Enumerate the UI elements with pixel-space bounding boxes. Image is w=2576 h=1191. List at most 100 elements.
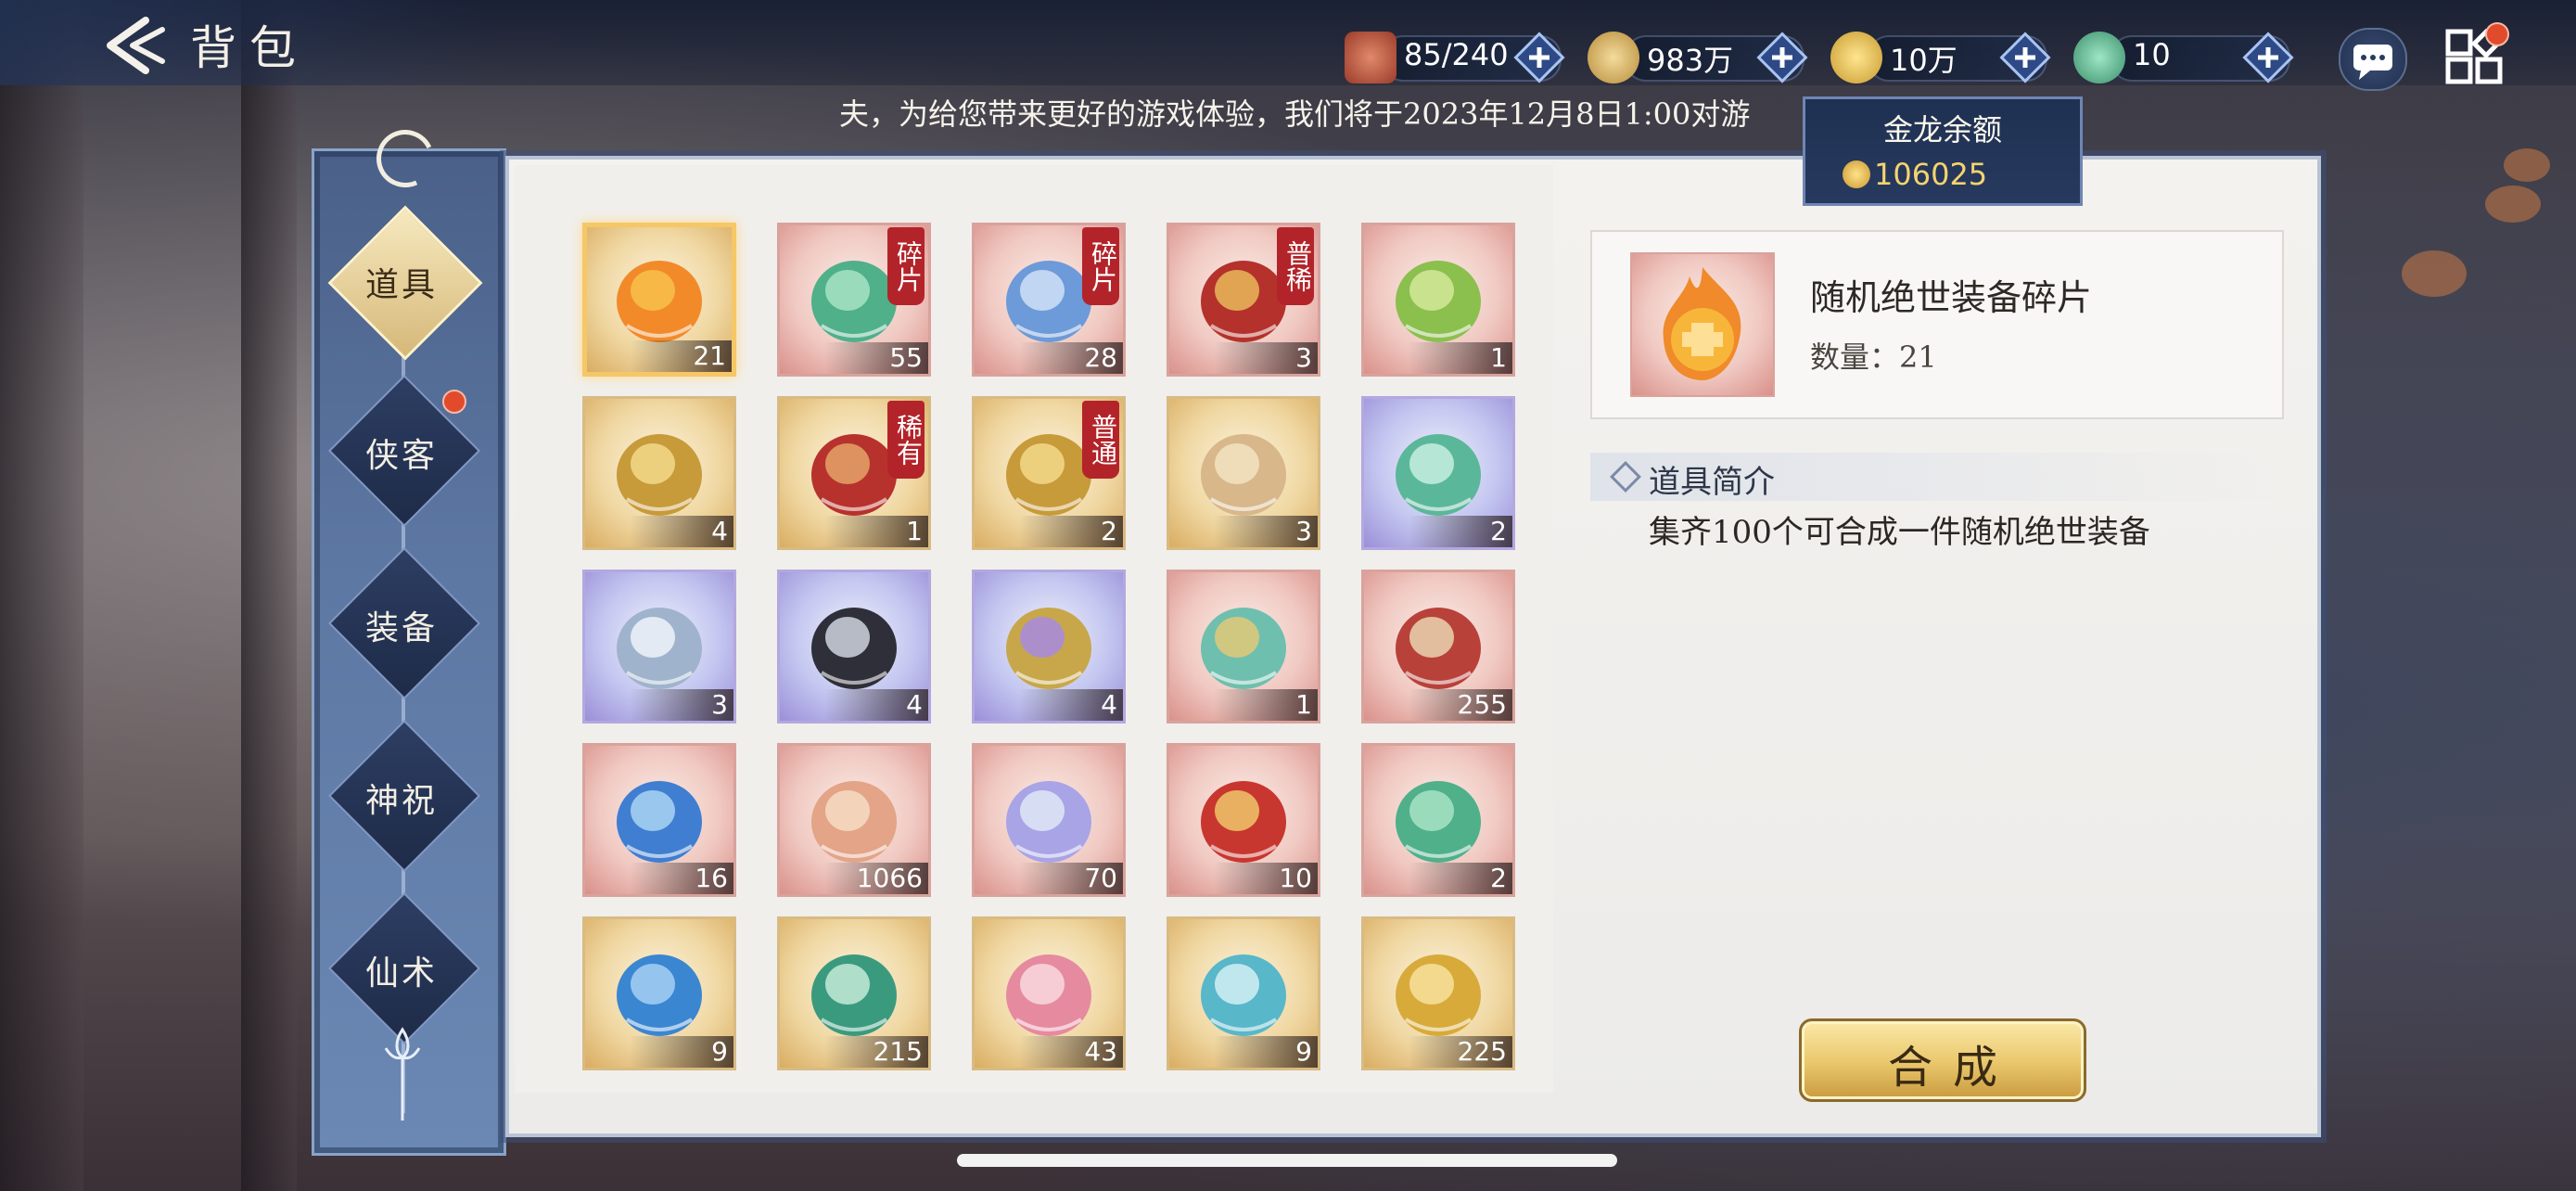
inventory-slot[interactable]: 21 (582, 223, 736, 377)
chat-icon (2353, 45, 2392, 80)
blossom-decoration (2504, 148, 2550, 182)
menu-button[interactable] (2444, 22, 2509, 85)
notification-dot (2485, 22, 2509, 46)
synthesize-label: 合成 (1887, 1042, 2018, 1094)
inventory-slot[interactable]: 碎片 55 (777, 223, 931, 377)
rarity-tag: 稀有 (887, 401, 925, 479)
resource-gold-dragon: 10万 (1830, 32, 2062, 83)
pouch-icon (1201, 433, 1286, 516)
item-count: 2 (1364, 863, 1512, 894)
resource-bag-capacity: 85/240 (1345, 32, 1576, 83)
inventory-slot[interactable]: 215 (777, 916, 931, 1070)
red-scroll-icon (1201, 780, 1286, 863)
item-count: 2 (1364, 516, 1512, 547)
item-count: 215 (780, 1036, 928, 1068)
back-button[interactable] (97, 13, 172, 78)
inventory-slot[interactable]: 普稀 3 (1167, 223, 1320, 377)
blue-orb-icon (617, 780, 702, 863)
item-count: 21 (587, 340, 732, 372)
blossom-decoration (2402, 250, 2467, 297)
rarity-tag: 普稀 (1277, 227, 1314, 305)
add-bag-button[interactable] (1513, 32, 1565, 83)
item-count: 1 (1169, 689, 1318, 721)
bg-pillar (0, 0, 83, 1191)
inventory-slot[interactable]: 43 (972, 916, 1126, 1070)
lotus-ornament-icon (384, 1027, 421, 1121)
dark-token-icon (811, 607, 897, 689)
item-name: 随机绝世装备碎片 (1810, 277, 2093, 318)
plus-icon (2242, 32, 2294, 83)
inventory-slot[interactable]: 4 (582, 396, 736, 550)
tab-label: 侠客 (364, 437, 438, 475)
chat-button[interactable] (2339, 28, 2407, 91)
add-copper-button[interactable] (1756, 32, 1808, 83)
gold-chest-icon (617, 433, 702, 516)
jade-crystal-icon (1396, 780, 1481, 863)
jade-dragon-value: 10 (2133, 37, 2171, 72)
notification-dot (442, 390, 466, 414)
inventory-slot[interactable]: 3 (1167, 396, 1320, 550)
spirit-pets-icon (1396, 260, 1481, 342)
item-count: 4 (780, 689, 928, 721)
resource-jade-dragon: 10 (2073, 32, 2305, 83)
plus-icon (1513, 32, 1565, 83)
detail-item-icon (1630, 252, 1775, 397)
item-count: 70 (975, 863, 1123, 894)
bag-capacity-value: 85/240 (1404, 37, 1509, 72)
copper-value: 983万 (1647, 43, 1734, 78)
item-count: 4 (975, 689, 1123, 721)
flame-orb-icon (617, 260, 702, 342)
item-count: 28 (975, 342, 1123, 374)
inventory-slot[interactable]: 225 (1361, 916, 1515, 1070)
inventory-slot[interactable]: 70 (972, 743, 1126, 897)
add-gold-dragon-button[interactable] (1999, 32, 2051, 83)
item-count: 55 (780, 342, 928, 374)
inventory-slot[interactable]: 10 (1167, 743, 1320, 897)
inventory-slot[interactable]: 2 (1361, 743, 1515, 897)
jade-cross-icon (1201, 607, 1286, 689)
plus-icon (1756, 32, 1808, 83)
inventory-slot[interactable]: 3 (582, 570, 736, 724)
inventory-slot[interactable]: 1066 (777, 743, 931, 897)
item-count: 10 (1169, 863, 1318, 894)
lucky-bag-icon (811, 780, 897, 863)
item-quantity: 数量：21 (1810, 339, 1937, 375)
home-indicator[interactable] (957, 1154, 1617, 1167)
item-count: 225 (1364, 1036, 1512, 1068)
item-count: 3 (585, 689, 733, 721)
talisman-icon (1396, 607, 1481, 689)
intro-heading: 道具简介 (1649, 464, 1775, 501)
inventory-slot[interactable]: 9 (582, 916, 736, 1070)
inventory-slot[interactable]: 255 (1361, 570, 1515, 724)
flame-orb-icon (1663, 267, 1741, 380)
inventory-slot[interactable]: 4 (777, 570, 931, 724)
blossom-decoration (2485, 186, 2541, 223)
inventory-slot[interactable]: 4 (972, 570, 1126, 724)
inventory-slot[interactable]: 2 (1361, 396, 1515, 550)
synthesize-button[interactable]: 合成 (1799, 1018, 2086, 1102)
tooltip-title: 金龙余额 (1882, 112, 2002, 147)
ticket-icon (1201, 954, 1286, 1036)
inventory-slot[interactable]: 1 (1167, 570, 1320, 724)
item-count: 9 (585, 1036, 733, 1068)
inventory-slot[interactable]: 16 (582, 743, 736, 897)
item-count: 43 (975, 1036, 1123, 1068)
item-description: 集齐100个可合成一件随机绝世装备 (1649, 514, 2150, 551)
inventory-slot[interactable]: 普通 2 (972, 396, 1126, 550)
jade-token-icon (1396, 433, 1481, 516)
banknote-icon (811, 954, 897, 1036)
gold-dragon-balance-tooltip: 金龙余额 106025 (1803, 96, 2083, 206)
gold-dragon-value: 10万 (1890, 43, 1958, 78)
inventory-slot[interactable]: 碎片 28 (972, 223, 1126, 377)
prism-crystal-icon (1006, 780, 1091, 863)
inventory-slot[interactable]: 1 (1361, 223, 1515, 377)
resource-copper: 983万 (1588, 32, 1819, 83)
plus-icon (1999, 32, 2051, 83)
inventory-slot[interactable]: 9 (1167, 916, 1320, 1070)
rarity-tag: 碎片 (1082, 227, 1119, 305)
announcement-marquee: 夫，为给您带来更好的游戏体验，我们将于2023年12月8日1:00对游 (839, 96, 1751, 132)
add-jade-dragon-button[interactable] (2242, 32, 2294, 83)
page-title: 背包 (190, 21, 309, 75)
tab-label: 仙术 (364, 954, 438, 992)
inventory-slot[interactable]: 稀有 1 (777, 396, 931, 550)
